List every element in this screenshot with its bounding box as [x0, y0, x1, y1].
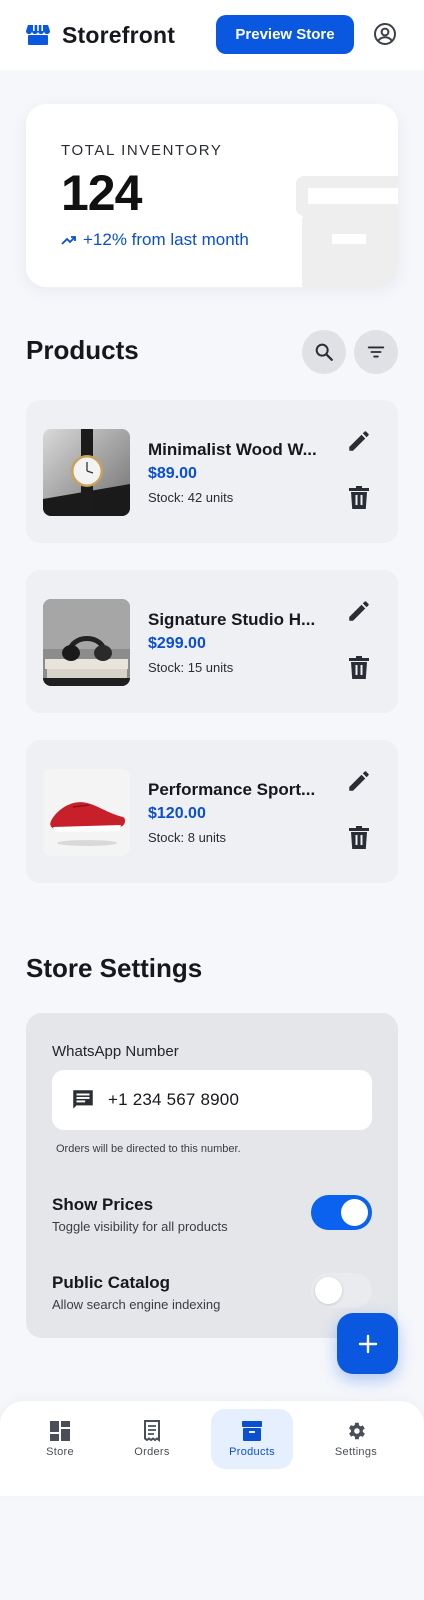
show-prices-toggle[interactable]: [311, 1195, 372, 1230]
brand[interactable]: Storefront: [26, 22, 175, 49]
receipt-icon: [144, 1420, 160, 1442]
delete-icon[interactable]: [348, 486, 370, 510]
chat-icon: [73, 1090, 93, 1109]
add-product-button[interactable]: [337, 1313, 398, 1374]
edit-icon[interactable]: [346, 768, 372, 794]
nav-label: Store: [46, 1446, 74, 1458]
dashboard-icon: [50, 1421, 70, 1441]
delete-icon[interactable]: [348, 826, 370, 850]
whatsapp-number-value[interactable]: +1 234 567 8900: [108, 1090, 239, 1110]
nav-item-store[interactable]: Store: [26, 1409, 94, 1469]
delete-icon[interactable]: [348, 656, 370, 680]
nav-label: Settings: [334, 1446, 378, 1458]
store-settings-title: Store Settings: [26, 953, 203, 983]
product-image-watch: [43, 429, 130, 516]
edit-icon[interactable]: [346, 598, 372, 624]
account-circle-icon[interactable]: [373, 22, 397, 46]
product-stock: Stock: 15 units: [148, 660, 234, 675]
whatsapp-hint: Orders will be directed to this number.: [56, 1143, 241, 1155]
brand-name: Storefront: [62, 21, 176, 48]
product-price: $120.00: [148, 805, 206, 822]
trending-up-icon: [61, 236, 76, 245]
app-header: Storefront Preview Store: [0, 0, 424, 70]
whatsapp-label: WhatsApp Number: [52, 1043, 179, 1060]
edit-icon[interactable]: [346, 428, 372, 454]
inventory-trend-text: +12% from last month: [83, 230, 249, 249]
inventory-label: TOTAL INVENTORY: [61, 142, 223, 159]
store-settings-card: WhatsApp Number +1 234 567 8900 Orders w…: [26, 1013, 398, 1338]
filter-icon: [367, 346, 385, 358]
filter-button[interactable]: [354, 330, 398, 374]
product-image-headphones: [43, 599, 130, 686]
inventory-box-icon: [296, 176, 398, 287]
product-stock: Stock: 42 units: [148, 490, 234, 505]
product-price: $89.00: [148, 465, 197, 482]
product-card[interactable]: Minimalist Wood W... $89.00 Stock: 42 un…: [26, 400, 398, 543]
search-icon: [315, 343, 333, 361]
inventory-box-icon: [242, 1421, 262, 1441]
whatsapp-number-field[interactable]: +1 234 567 8900: [52, 1070, 372, 1130]
search-button[interactable]: [302, 330, 346, 374]
inventory-summary-card: TOTAL INVENTORY 124 +12% from last month: [26, 104, 398, 287]
show-prices-subtitle: Toggle visibility for all products: [52, 1219, 228, 1234]
public-catalog-title: Public Catalog: [52, 1273, 171, 1292]
nav-label: Products: [229, 1446, 275, 1458]
public-catalog-subtitle: Allow search engine indexing: [52, 1297, 221, 1312]
nav-item-orders[interactable]: Orders: [118, 1409, 186, 1469]
product-card[interactable]: Performance Sport... $120.00 Stock: 8 un…: [26, 740, 398, 883]
product-name: Minimalist Wood W...: [148, 440, 317, 459]
product-name: Performance Sport...: [148, 780, 316, 799]
nav-item-products[interactable]: Products: [211, 1409, 293, 1469]
nav-item-settings[interactable]: Settings: [322, 1409, 390, 1469]
products-title: Products: [26, 335, 139, 365]
product-image-sneaker: [43, 769, 130, 856]
show-prices-title: Show Prices: [52, 1195, 154, 1214]
toggle-knob: [341, 1199, 368, 1226]
gear-icon: [349, 1422, 365, 1440]
preview-store-button[interactable]: Preview Store: [216, 15, 354, 54]
product-name: Signature Studio H...: [148, 610, 316, 629]
storefront-icon: [26, 24, 50, 46]
product-price: $299.00: [148, 635, 206, 652]
inventory-trend: +12% from last month: [61, 230, 249, 250]
public-catalog-toggle[interactable]: [311, 1273, 372, 1308]
nav-label: Orders: [134, 1446, 170, 1458]
add-icon: [358, 1334, 377, 1353]
toggle-knob: [315, 1277, 342, 1304]
bottom-navigation: Store Orders Products Settings: [0, 1401, 424, 1496]
product-card[interactable]: Signature Studio H... $299.00 Stock: 15 …: [26, 570, 398, 713]
inventory-value: 124: [61, 165, 142, 221]
product-stock: Stock: 8 units: [148, 830, 227, 845]
